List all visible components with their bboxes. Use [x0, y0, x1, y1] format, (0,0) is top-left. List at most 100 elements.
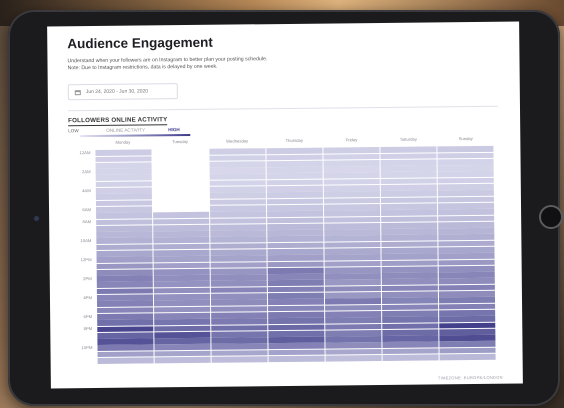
heatmap-cell[interactable]: [209, 161, 266, 168]
heatmap-cell[interactable]: [210, 230, 267, 237]
heatmap-cell[interactable]: [438, 253, 495, 260]
heatmap-cell[interactable]: [382, 272, 439, 279]
heatmap-cell[interactable]: [95, 181, 152, 188]
heatmap-cell[interactable]: [209, 179, 266, 187]
heatmap-cell[interactable]: [267, 292, 324, 299]
heatmap-cell[interactable]: [438, 164, 495, 172]
heatmap-cell[interactable]: [152, 161, 209, 168]
heatmap-cell[interactable]: [152, 205, 209, 213]
heatmap-cell[interactable]: [323, 178, 380, 186]
heatmap-cell[interactable]: [266, 179, 323, 186]
heatmap-cell[interactable]: [152, 186, 209, 194]
heatmap-cell[interactable]: [437, 152, 494, 159]
heatmap-cell[interactable]: [153, 249, 210, 257]
heatmap-cell[interactable]: [438, 190, 495, 197]
heatmap-cell[interactable]: [381, 209, 438, 216]
heatmap-cell[interactable]: [381, 215, 438, 223]
heatmap-cell[interactable]: [209, 173, 266, 180]
heatmap-cell[interactable]: [325, 304, 382, 311]
heatmap-cell[interactable]: [268, 324, 325, 331]
heatmap-cell[interactable]: [381, 178, 438, 185]
heatmap-cell[interactable]: [152, 218, 209, 225]
heatmap-cell[interactable]: [154, 356, 211, 364]
heatmap-cell[interactable]: [382, 354, 439, 361]
heatmap-cell[interactable]: [438, 177, 495, 184]
heatmap-cell[interactable]: [382, 348, 439, 355]
heatmap-cell[interactable]: [266, 191, 323, 199]
heatmap-cell[interactable]: [438, 196, 495, 203]
heatmap-cell[interactable]: [267, 267, 324, 274]
heatmap-cell[interactable]: [268, 298, 324, 306]
heatmap-cell[interactable]: [324, 266, 381, 274]
heatmap-cell[interactable]: [324, 229, 381, 236]
heatmap-cell[interactable]: [153, 319, 210, 326]
heatmap-cell[interactable]: [153, 243, 210, 250]
heatmap-cell[interactable]: [210, 293, 267, 300]
heatmap-cell[interactable]: [95, 244, 152, 251]
heatmap-cell[interactable]: [209, 205, 266, 212]
heatmap-cell[interactable]: [152, 224, 209, 231]
heatmap-cell[interactable]: [153, 268, 210, 275]
heatmap-cell[interactable]: [210, 280, 267, 287]
heatmap-cell[interactable]: [209, 186, 266, 193]
heatmap-cell[interactable]: [440, 353, 497, 361]
heatmap-cell[interactable]: [380, 146, 437, 153]
heatmap-cell[interactable]: [154, 337, 211, 345]
heatmap-cell[interactable]: [325, 323, 382, 330]
heatmap-cell[interactable]: [381, 184, 438, 191]
heatmap-cell[interactable]: [382, 335, 439, 342]
heatmap-cell[interactable]: [439, 265, 496, 272]
heatmap-cell[interactable]: [325, 292, 382, 299]
heatmap-cell[interactable]: [439, 341, 496, 348]
heatmap-cell[interactable]: [95, 200, 152, 207]
heatmap-cell[interactable]: [439, 278, 496, 285]
heatmap-cell[interactable]: [267, 210, 324, 218]
heatmap-cell[interactable]: [382, 329, 439, 336]
heatmap-cell[interactable]: [324, 235, 381, 242]
home-button[interactable]: [539, 205, 563, 229]
heatmap-cell[interactable]: [325, 298, 382, 305]
heatmap-cell[interactable]: [266, 198, 323, 205]
heatmap-cell[interactable]: [96, 300, 153, 308]
heatmap-cell[interactable]: [266, 166, 323, 174]
heatmap-cell[interactable]: [153, 230, 209, 238]
heatmap-cell[interactable]: [95, 193, 152, 201]
heatmap-cell[interactable]: [211, 331, 268, 338]
heatmap-cell[interactable]: [211, 324, 268, 331]
heatmap-cell[interactable]: [438, 234, 495, 241]
heatmap-cell[interactable]: [439, 290, 496, 298]
heatmap-cell[interactable]: [323, 166, 380, 173]
heatmap-cell[interactable]: [380, 165, 437, 172]
heatmap-cell[interactable]: [381, 222, 438, 229]
heatmap-cell[interactable]: [95, 212, 152, 219]
heatmap-cell[interactable]: [153, 306, 210, 313]
heatmap-cell[interactable]: [95, 237, 152, 245]
heatmap-cell[interactable]: [324, 248, 381, 255]
heatmap-cell[interactable]: [325, 329, 382, 337]
heatmap-cell[interactable]: [382, 304, 439, 311]
date-range-picker[interactable]: Jun 24, 2020 - Jun 30, 2020: [67, 83, 178, 101]
heatmap-cell[interactable]: [268, 330, 325, 337]
heatmap-cell[interactable]: [382, 322, 439, 330]
heatmap-cell[interactable]: [153, 274, 210, 282]
heatmap-cell[interactable]: [267, 248, 324, 255]
heatmap-cell[interactable]: [381, 253, 438, 260]
heatmap-cell[interactable]: [96, 332, 153, 339]
heatmap-cell[interactable]: [438, 227, 495, 235]
heatmap-cell[interactable]: [381, 190, 438, 198]
heatmap-cell[interactable]: [153, 256, 210, 263]
heatmap-cell[interactable]: [381, 234, 438, 242]
heatmap-cell[interactable]: [438, 209, 495, 216]
heatmap-cell[interactable]: [153, 325, 210, 332]
heatmap-cell[interactable]: [209, 211, 266, 218]
heatmap-cell[interactable]: [95, 155, 152, 163]
heatmap-cell[interactable]: [382, 316, 439, 323]
heatmap-cell[interactable]: [96, 307, 153, 314]
heatmap-cell[interactable]: [153, 300, 210, 307]
heatmap-cell[interactable]: [325, 336, 382, 343]
heatmap-cell[interactable]: [382, 310, 439, 317]
heatmap-cell[interactable]: [95, 174, 152, 182]
heatmap-cell[interactable]: [438, 221, 495, 228]
heatmap-cell[interactable]: [266, 154, 323, 161]
heatmap-cell[interactable]: [97, 344, 154, 352]
